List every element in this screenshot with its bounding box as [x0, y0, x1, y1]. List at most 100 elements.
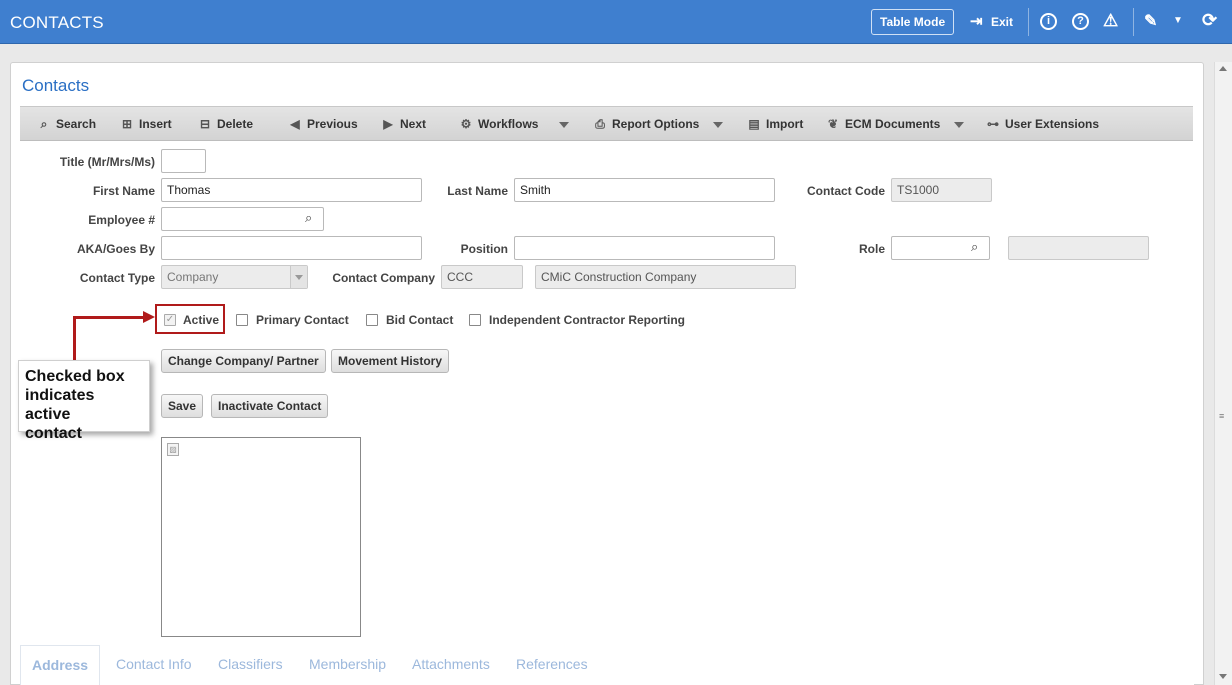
- insert-label: Insert: [139, 117, 172, 131]
- title-input[interactable]: [161, 149, 206, 173]
- last-name-label: Last Name: [447, 184, 508, 198]
- callout-line-2: indicates active: [25, 387, 95, 423]
- report-options-label: Report Options: [612, 117, 700, 131]
- chevron-down-icon[interactable]: ▼: [1173, 15, 1183, 26]
- exit-icon[interactable]: ⇥: [970, 12, 983, 30]
- next-label: Next: [400, 117, 427, 131]
- first-name-input[interactable]: [161, 178, 422, 202]
- contact-type-value: Company: [167, 270, 219, 284]
- user-extensions-label: User Extensions: [1005, 117, 1100, 131]
- independent-contractor-label: Independent Contractor Reporting: [489, 313, 685, 327]
- tab-classifiers[interactable]: Classifiers: [218, 656, 283, 672]
- save-button[interactable]: Save: [161, 394, 204, 418]
- import-icon: ▤: [748, 117, 760, 131]
- contact-photo[interactable]: ▨: [161, 437, 361, 637]
- chevron-down-icon: [295, 275, 303, 280]
- employee-input[interactable]: [161, 207, 324, 231]
- insert-icon: ⊞: [121, 117, 133, 131]
- movement-history-button[interactable]: Movement History: [331, 349, 450, 373]
- role-search-icon[interactable]: ⌕: [971, 239, 978, 255]
- report-options-button[interactable]: ⎙ Report Options: [593, 117, 699, 132]
- scroll-grip-icon[interactable]: ≡: [1219, 411, 1224, 421]
- contact-code-label: Contact Code: [807, 184, 885, 198]
- header-divider: [1028, 8, 1029, 36]
- independent-contractor-checkbox[interactable]: [469, 314, 481, 326]
- contact-type-select[interactable]: Company: [161, 265, 308, 289]
- info-icon[interactable]: i: [1040, 13, 1057, 30]
- annotation-arrow-vertical: [73, 316, 76, 360]
- edit-icon[interactable]: ✎: [1144, 11, 1157, 31]
- tab-attachments[interactable]: Attachments: [412, 656, 490, 672]
- import-button[interactable]: ▤ Import: [747, 117, 803, 131]
- contact-code-field: TS1000: [891, 178, 992, 202]
- search-button[interactable]: ⌕ Search: [37, 117, 96, 132]
- inactivate-contact-button[interactable]: Inactivate Contact: [211, 394, 329, 418]
- contact-company-name-field: CMiC Construction Company: [535, 265, 796, 289]
- insert-button[interactable]: ⊞ Insert: [120, 117, 172, 131]
- contact-company-code-field: CCC: [441, 265, 523, 289]
- delete-button[interactable]: ⊟ Delete: [198, 117, 253, 131]
- callout-line-3: contact: [25, 425, 82, 442]
- refresh-icon[interactable]: ⟳: [1202, 10, 1217, 31]
- search-label: Search: [56, 117, 97, 131]
- annotation-arrow-head: [143, 311, 155, 323]
- employee-search-icon[interactable]: ⌕: [305, 210, 312, 226]
- next-button[interactable]: ▶ Next: [381, 117, 426, 131]
- annotation-callout: Checked box indicates active contact: [18, 360, 150, 442]
- position-input[interactable]: [514, 236, 775, 260]
- primary-contact-checkbox[interactable]: [236, 314, 248, 326]
- app-title: CONTACTS: [10, 13, 104, 32]
- table-mode-button[interactable]: Table Mode: [871, 9, 955, 35]
- delete-label: Delete: [217, 117, 254, 131]
- scroll-up-icon[interactable]: [1219, 66, 1227, 71]
- change-company-button[interactable]: Change Company/ Partner: [161, 349, 326, 373]
- position-label: Position: [460, 242, 508, 256]
- hierarchy-icon: ⊶: [987, 117, 999, 131]
- tab-membership[interactable]: Membership: [309, 656, 386, 672]
- aka-label: AKA/Goes By: [76, 242, 155, 256]
- active-checkbox[interactable]: ✓: [164, 314, 176, 326]
- tab-references[interactable]: References: [516, 656, 588, 672]
- previous-label: Previous: [307, 117, 358, 131]
- printer-icon: ⎙: [595, 117, 605, 131]
- aka-input[interactable]: [161, 236, 422, 260]
- user-extensions-button[interactable]: ⊶ User Extensions: [986, 117, 1099, 131]
- ecm-dropdown-icon[interactable]: [954, 122, 964, 128]
- active-label: Active: [183, 313, 220, 327]
- import-label: Import: [766, 117, 804, 131]
- callout-line-1: Checked box: [25, 368, 125, 385]
- arrow-left-icon: ◀: [290, 117, 300, 131]
- primary-contact-label: Primary Contact: [256, 313, 349, 327]
- annotation-arrow-horizontal: [73, 316, 145, 319]
- tab-address[interactable]: Address: [20, 645, 101, 685]
- action-toolbar: ⌕ Search ⊞ Insert ⊟ Delete ◀ Previous ▶ Next …: [20, 106, 1193, 141]
- ecm-documents-label: ECM Documents: [845, 117, 941, 131]
- last-name-input[interactable]: [514, 178, 775, 202]
- workflows-label: Workflows: [478, 117, 539, 131]
- delete-icon: ⊟: [199, 117, 211, 131]
- vertical-scrollbar[interactable]: ≡: [1214, 62, 1232, 685]
- contact-type-dropdown-button[interactable]: [290, 266, 307, 288]
- previous-button[interactable]: ◀ Previous: [288, 117, 358, 131]
- role-description-field: [1008, 236, 1149, 260]
- ecm-documents-button[interactable]: ❦ ECM Documents: [826, 117, 940, 131]
- workflows-dropdown-icon[interactable]: [559, 122, 569, 128]
- detail-tabs: Address Contact Info Classifiers Members…: [20, 645, 1194, 685]
- title-label: Title (Mr/Mrs/Ms): [59, 155, 155, 169]
- search-icon: ⌕: [40, 117, 48, 131]
- ecm-icon: ❦: [827, 117, 839, 131]
- app-header: CONTACTS Table Mode ⇥ Exit i ? ⚠ ✎ ▼ ⟳: [0, 0, 1232, 44]
- header-divider-2: [1133, 8, 1134, 36]
- page-title: Contacts: [22, 76, 90, 95]
- arrow-right-icon: ▶: [383, 117, 393, 131]
- contact-company-label: Contact Company: [332, 271, 435, 285]
- help-icon[interactable]: ?: [1072, 13, 1089, 30]
- tab-contact-info[interactable]: Contact Info: [116, 656, 192, 672]
- bid-contact-checkbox[interactable]: [366, 314, 378, 326]
- scroll-down-icon[interactable]: [1219, 674, 1227, 679]
- workflows-button[interactable]: ⚙ Workflows: [459, 117, 539, 131]
- warning-icon[interactable]: ⚠: [1103, 11, 1118, 31]
- exit-button[interactable]: Exit: [991, 15, 1013, 29]
- report-options-dropdown-icon[interactable]: [713, 122, 723, 128]
- contact-type-label: Contact Type: [79, 271, 155, 285]
